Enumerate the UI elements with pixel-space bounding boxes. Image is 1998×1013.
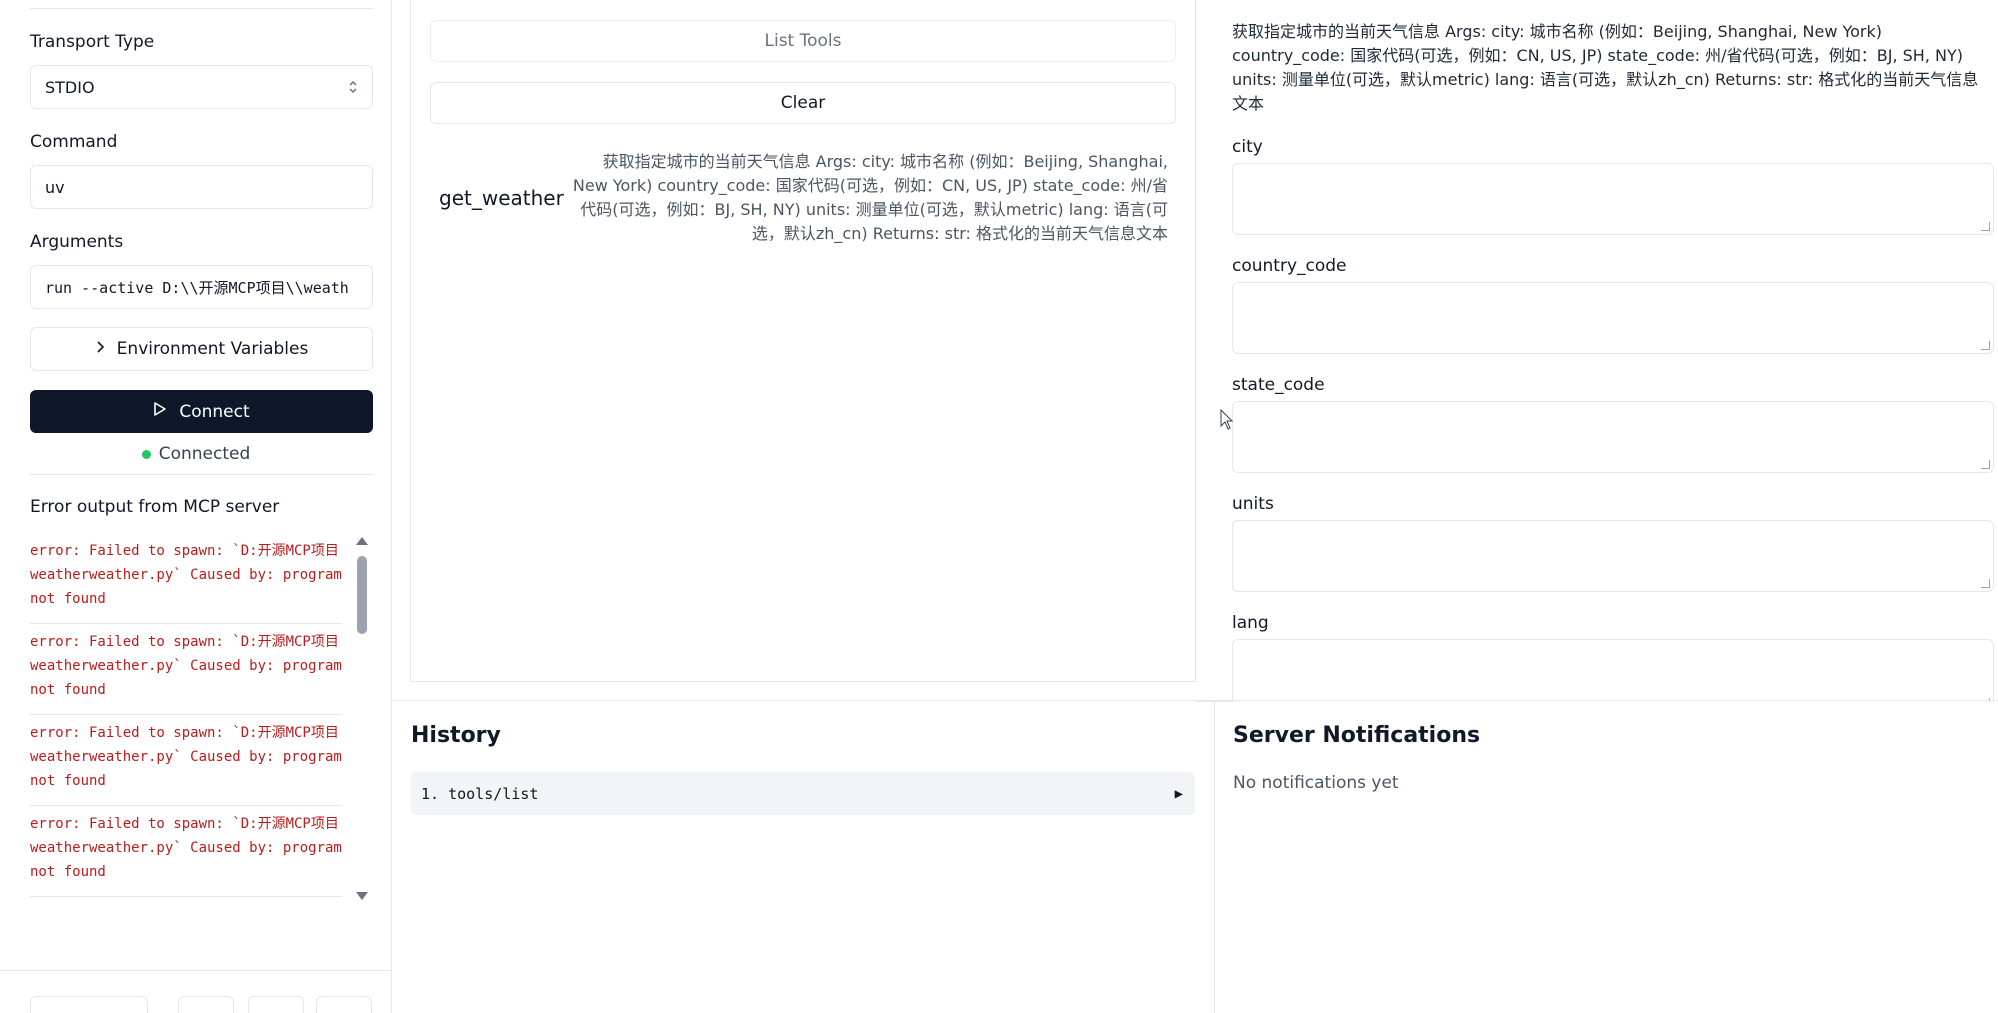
error-output-list[interactable]: error: Failed to spawn: `D:开源MCP项目weathe…	[30, 533, 342, 905]
scroll-up-arrow-icon[interactable]	[356, 537, 368, 545]
field-label-country-code: country_code	[1232, 256, 1347, 276]
tool-detail-panel: 获取指定城市的当前天气信息 Args: city: 城市名称 (例如：Beiji…	[1214, 0, 1998, 700]
error-output-title: Error output from MCP server	[30, 497, 280, 517]
connect-button-label: Connect	[179, 401, 250, 422]
tool-list-item[interactable]: get_weather 获取指定城市的当前天气信息 Args: city: 城市…	[430, 150, 1176, 246]
clear-button[interactable]: Clear	[430, 82, 1176, 124]
tool-description: 获取指定城市的当前天气信息 Args: city: 城市名称 (例如：Beiji…	[572, 152, 1168, 243]
history-item[interactable]: 1. tools/list ▶	[411, 772, 1195, 815]
command-input-value: uv	[45, 177, 65, 197]
connection-status: Connected	[0, 444, 392, 464]
server-notifications-title: Server Notifications	[1233, 723, 1481, 748]
notifications-empty-text: No notifications yet	[1233, 773, 1399, 793]
lang-textarea[interactable]	[1232, 639, 1994, 700]
connection-status-text: Connected	[158, 444, 251, 464]
sidebar-top-divider	[30, 8, 373, 9]
settings-button[interactable]	[316, 996, 372, 1013]
arguments-input[interactable]: run --active D:\\开源MCP项目\\weath	[30, 265, 373, 309]
sidebar-divider	[30, 474, 373, 475]
field-label-lang: lang	[1232, 613, 1269, 633]
bottom-panels-divider[interactable]	[392, 700, 1998, 701]
history-title: History	[411, 723, 501, 748]
field-label-units: units	[1232, 494, 1274, 514]
status-dot-icon	[141, 449, 151, 459]
list-tools-button[interactable]: List Tools	[430, 20, 1176, 62]
error-item: error: Failed to spawn: `D:开源MCP项目weathe…	[30, 715, 342, 806]
command-label: Command	[30, 132, 118, 152]
arguments-label: Arguments	[30, 232, 124, 252]
chevron-right-icon	[95, 339, 105, 359]
field-label-city: city	[1232, 137, 1263, 157]
help-button[interactable]	[178, 996, 234, 1013]
bottom-panels-vertical-divider	[1214, 700, 1215, 1013]
environment-variables-button[interactable]: Environment Variables	[30, 327, 373, 371]
bug-button[interactable]	[248, 996, 304, 1013]
connect-button[interactable]: Connect	[30, 390, 373, 433]
error-item: error: Failed to spawn: `D:开源MCP项目weathe…	[30, 624, 342, 715]
arguments-input-value: run --active D:\\开源MCP项目\\weath	[45, 278, 349, 297]
transport-type-label: Transport Type	[30, 32, 155, 52]
chevron-up-down-icon	[348, 80, 358, 94]
play-icon	[153, 401, 167, 422]
state-code-textarea[interactable]	[1232, 401, 1994, 473]
history-item-label: 1. tools/list	[421, 784, 539, 803]
tool-detail-description: 获取指定城市的当前天气信息 Args: city: 城市名称 (例如：Beiji…	[1232, 22, 1979, 113]
units-textarea[interactable]	[1232, 520, 1994, 592]
scroll-down-arrow-icon[interactable]	[356, 892, 368, 900]
sidebar: Transport Type STDIO Command uv Argument…	[0, 0, 392, 1013]
error-item: error: Failed to spawn: `D:开源MCP项目weathe…	[30, 533, 342, 624]
command-input[interactable]: uv	[30, 165, 373, 209]
field-label-state-code: state_code	[1232, 375, 1325, 395]
sidebar-bottom-divider	[0, 970, 392, 971]
city-textarea[interactable]	[1232, 163, 1994, 235]
tool-name: get_weather	[439, 186, 564, 210]
country-code-textarea[interactable]	[1232, 282, 1994, 354]
expand-triangle-icon[interactable]: ▶	[1175, 786, 1183, 802]
transport-type-select[interactable]: STDIO	[30, 65, 373, 109]
error-item: error: Failed to spawn: `D:开源MCP项目weathe…	[30, 806, 342, 897]
transport-type-value: STDIO	[45, 77, 95, 97]
environment-variables-label: Environment Variables	[116, 339, 309, 359]
footer-button[interactable]	[30, 996, 148, 1013]
error-list-scrollbar[interactable]	[357, 556, 367, 634]
mouse-cursor-icon	[1220, 408, 1234, 435]
